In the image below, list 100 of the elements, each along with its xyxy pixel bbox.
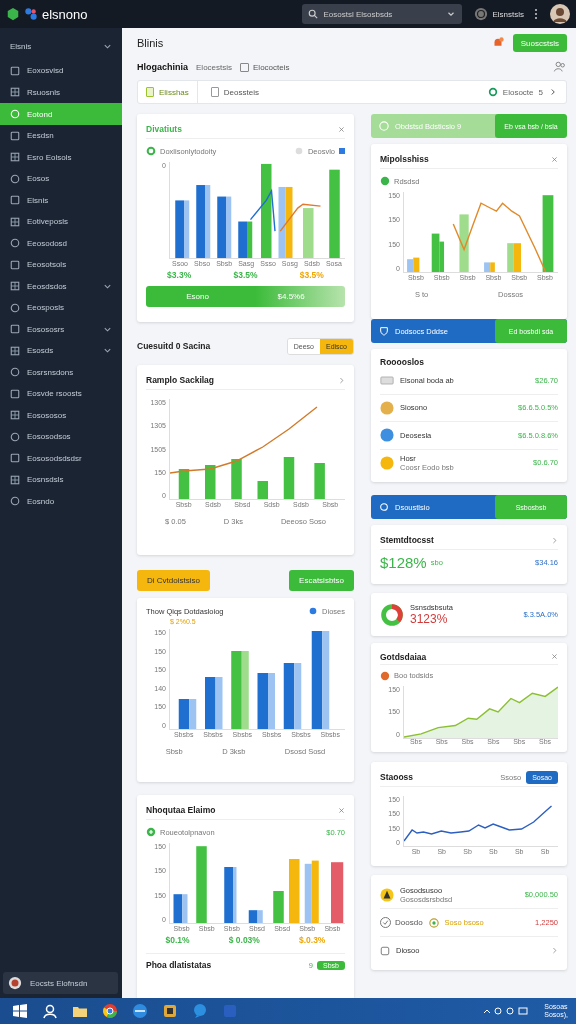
sidebar-item[interactable]: Eesdsn [0,125,122,147]
puzzle-icon [24,7,38,21]
sidebar-item[interactable]: Eotiveposls [0,211,122,233]
square-icon [380,945,390,956]
coin-icon [380,428,394,443]
legend-swatch [339,148,345,154]
app-icon[interactable] [162,1003,178,1019]
filter-checkbox[interactable]: Elococteis [240,62,290,72]
grid-icon [10,216,20,227]
card-title: Gotdsdaiaa [380,651,427,662]
sidebar-item[interactable]: Eeosdsdos [0,275,122,297]
bar [283,457,295,499]
square-icon [10,65,20,76]
sidebar-item[interactable]: Eeosotsols [0,254,122,276]
card-title: Ramplo Sackilag [146,375,215,385]
status-ring-icon [487,87,498,97]
circle-icon [10,238,20,249]
square-icon [10,259,20,270]
chevron-down-icon [103,346,112,356]
clock-icon[interactable] [474,7,489,21]
tray-icons-drawing[interactable] [482,1005,531,1017]
sidebar-item[interactable]: Eosososos [0,404,122,426]
value-label: $.0.3% [298,935,326,945]
grid-icon [10,410,20,421]
square-icon [10,388,20,399]
square-icon [10,130,20,141]
bar [459,214,469,272]
people-icon[interactable] [553,60,567,74]
circle-icon [293,146,304,156]
user-name: Elsnstsls [492,9,524,19]
sidebar-item[interactable]: Eoxosvisd [0,60,122,82]
sidebar-item[interactable]: Esro Eolsols [0,146,122,168]
close-icon[interactable] [551,653,558,660]
sidebar-item[interactable]: Eosnsdsls [0,469,122,491]
sidebar-item[interactable]: Eosrsnsdons [0,361,122,383]
bar [231,459,242,499]
sidebar-item[interactable]: Eososodsdsdsr [0,447,122,469]
grid-icon [10,281,20,292]
grid-icon [10,152,20,163]
value-label: $3.3% [167,270,192,280]
more-icon[interactable] [534,8,538,20]
search-field[interactable]: Eosostsl Elsosbsds [302,4,463,24]
sidebar-item[interactable]: Eosndo [0,490,122,512]
grid-icon [10,345,20,356]
action-button[interactable]: Di Cvtdoistsiso [137,570,210,591]
grid-icon [10,87,20,98]
user-card[interactable]: Eocsts Elofnsdn [3,972,118,994]
sidebar-item[interactable]: Rsuosnls [0,81,122,103]
bar [289,859,300,923]
close-icon[interactable] [338,125,345,133]
card-title: Divatiuts [146,124,182,134]
bar [331,862,344,923]
cube-icon [6,7,20,21]
circle-icon [10,173,20,184]
coin-icon [380,400,394,415]
bar [205,677,216,729]
tab[interactable]: Elisshas [138,81,198,103]
avatar-icon [8,976,22,990]
trend-line [279,203,322,232]
bar [205,465,216,499]
trend-line [249,188,276,232]
tab[interactable]: Deossteis [202,81,267,103]
circle-icon [10,431,20,442]
card-title: Staooss [380,772,414,782]
sidebar-item[interactable]: Eosososrs [0,318,122,340]
section-title: Hlogachinia [137,62,188,72]
ring-icon [146,146,156,156]
bar [273,891,284,923]
value-label: $3.5% [299,270,324,280]
grid-icon [10,474,20,485]
sidebar-item[interactable]: Esosds [0,340,122,362]
browser-icon[interactable] [102,1003,118,1019]
card-title: Rooooslos [380,357,424,367]
close-icon[interactable] [338,806,345,814]
status-count: 5 [538,87,543,97]
circle-icon [10,496,20,507]
sidebar-item[interactable]: Eososodsos [0,426,122,448]
bar [303,208,314,258]
close-icon[interactable] [551,155,558,163]
sidebar-item[interactable]: Eosos [0,168,122,190]
avatar-icon[interactable] [550,4,570,24]
sidebar-item[interactable]: Eeosposls [0,297,122,319]
sidebar-item[interactable]: Elsnis [0,189,122,211]
checkbox[interactable]: Doosdo [380,917,423,928]
circle-icon [380,176,390,186]
sidebar-item[interactable]: Eosvde rsoosts [0,383,122,405]
pin-icon [428,917,439,928]
value-label: $ 0.03% [228,935,260,945]
windows-icon[interactable] [12,1003,28,1019]
value-label: $3.5% [233,270,258,280]
bar [178,469,190,499]
circle-icon [380,670,390,681]
shield-icon [379,326,389,336]
plus-circle-icon [146,827,156,837]
stat-value: 3123% [410,612,449,626]
chat-icon[interactable] [192,1003,208,1019]
section-title: Cuesuitd 0 Sacina [137,341,211,351]
square-icon [10,324,20,335]
sidebar-item[interactable]: Elsnis [0,32,122,60]
sidebar-item[interactable]: Eeosodosd [0,232,122,254]
